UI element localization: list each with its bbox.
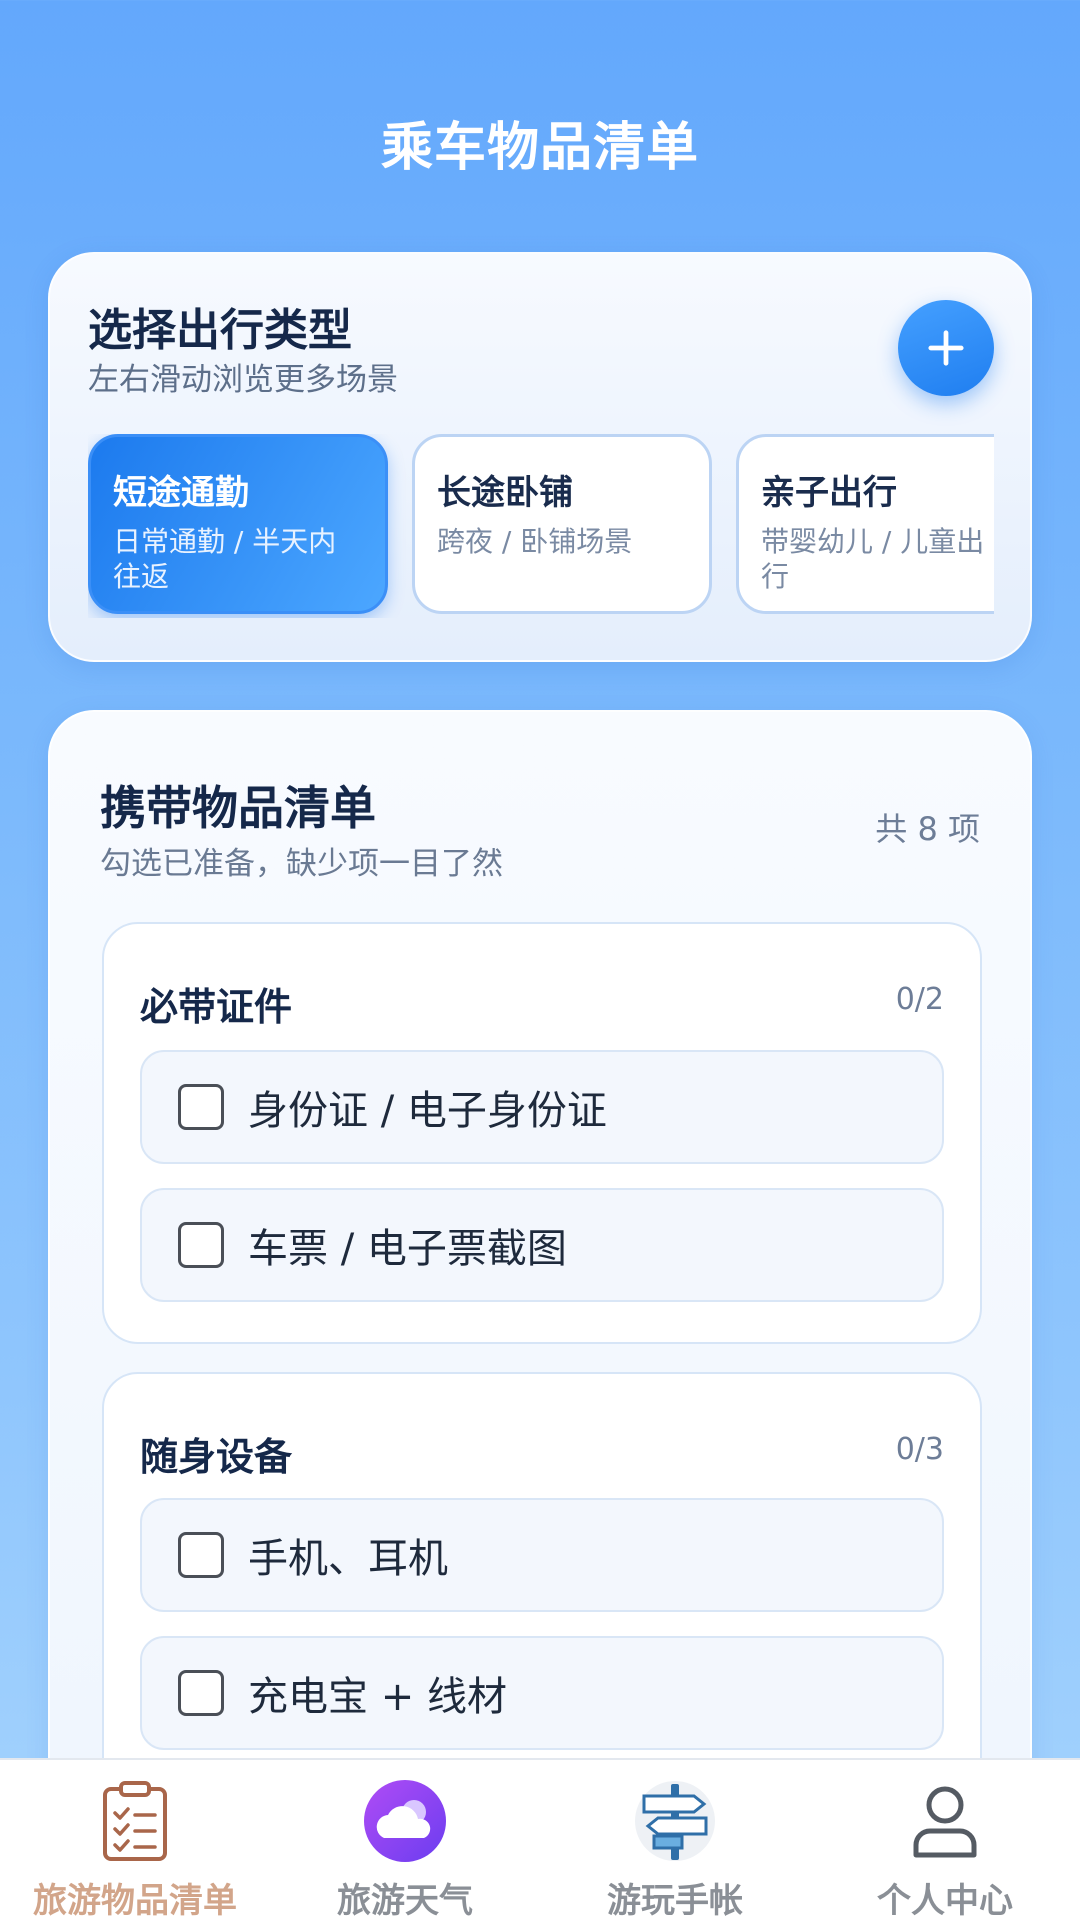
trip-type-desc: 跨夜 / 卧铺场景: [437, 525, 633, 558]
tab-label: 个人中心: [877, 1881, 1013, 1920]
add-trip-type-button[interactable]: [898, 300, 994, 396]
checkbox[interactable]: [178, 1532, 224, 1578]
checklist-item-label: 充电宝 + 线材: [248, 1674, 507, 1720]
user-icon: [900, 1776, 990, 1865]
trip-type-card: 选择出行类型 左右滑动浏览更多场景 短途通勤 日常通勤 / 半天内往返 长途卧铺…: [48, 252, 1032, 662]
cloud-icon: [360, 1776, 450, 1865]
checklist-item-label: 车票 / 电子票截图: [248, 1226, 567, 1272]
checkbox[interactable]: [178, 1222, 224, 1268]
trip-type-name: 长途卧铺: [437, 473, 573, 513]
group-progress: 0/2: [895, 982, 944, 1017]
checklist-item[interactable]: 充电宝 + 线材: [140, 1636, 944, 1750]
checklist-card: 携带物品清单 勾选已准备，缺少项一目了然 共 8 项 必带证件 0/2 身份证 …: [48, 710, 1032, 1920]
tab-label: 旅游天气: [337, 1881, 473, 1920]
bottom-tab-bar: 旅游物品清单 旅游天气 游玩手帐 个人中心: [0, 1758, 1080, 1920]
trip-type-scroller[interactable]: 短途通勤 日常通勤 / 半天内往返 长途卧铺 跨夜 / 卧铺场景 亲子出行 带婴…: [88, 434, 994, 618]
trip-type-desc: 带婴幼儿 / 儿童出行: [761, 525, 985, 593]
trip-type-long-sleeper[interactable]: 长途卧铺 跨夜 / 卧铺场景: [412, 434, 712, 614]
checklist-count: 共 8 项: [875, 810, 980, 848]
trip-type-subtitle: 左右滑动浏览更多场景: [88, 362, 398, 398]
checklist-subtitle: 勾选已准备，缺少项一目了然: [100, 846, 503, 882]
tab-profile[interactable]: 个人中心: [810, 1760, 1080, 1920]
checklist-item[interactable]: 身份证 / 电子身份证: [140, 1050, 944, 1164]
checklist-item[interactable]: 手机、耳机: [140, 1498, 944, 1612]
tab-checklist[interactable]: 旅游物品清单: [0, 1760, 270, 1920]
signpost-icon: [630, 1776, 720, 1865]
checklist-item-label: 身份证 / 电子身份证: [248, 1088, 607, 1134]
trip-type-name: 短途通勤: [113, 473, 249, 513]
checklist-item-label: 手机、耳机: [248, 1536, 448, 1582]
tab-label: 游玩手帐: [607, 1881, 743, 1920]
group-documents: 必带证件 0/2 身份证 / 电子身份证 车票 / 电子票截图: [102, 922, 982, 1344]
checklist-title: 携带物品清单: [100, 781, 376, 835]
trip-type-desc: 日常通勤 / 半天内往返: [113, 525, 337, 593]
clipboard-checklist-icon: [90, 1776, 180, 1865]
group-title: 必带证件: [140, 985, 293, 1029]
checkbox[interactable]: [178, 1084, 224, 1130]
trip-type-family[interactable]: 亲子出行 带婴幼儿 / 儿童出行: [736, 434, 994, 614]
trip-type-short-commute[interactable]: 短途通勤 日常通勤 / 半天内往返: [88, 434, 388, 614]
page-title: 乘车物品清单: [380, 118, 699, 178]
group-progress: 0/3: [895, 1432, 944, 1467]
checklist-item[interactable]: 车票 / 电子票截图: [140, 1188, 944, 1302]
plus-icon: [928, 330, 964, 366]
tab-journal[interactable]: 游玩手帐: [540, 1760, 810, 1920]
trip-type-title: 选择出行类型: [88, 305, 352, 356]
tab-label: 旅游物品清单: [33, 1881, 237, 1920]
checkbox[interactable]: [178, 1670, 224, 1716]
trip-type-name: 亲子出行: [761, 473, 897, 513]
group-title: 随身设备: [140, 1435, 293, 1479]
tab-weather[interactable]: 旅游天气: [270, 1760, 540, 1920]
